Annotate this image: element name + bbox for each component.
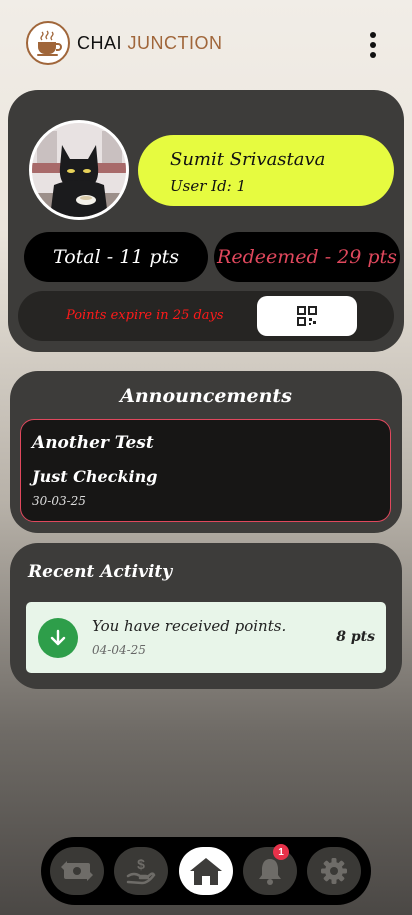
announcement-heading: Another Test — [32, 433, 154, 453]
avatar — [29, 120, 129, 220]
brand-name: CHAI JUNCTION — [77, 33, 223, 54]
announcements-title: Announcements — [120, 385, 292, 407]
announcement-body: Just Checking — [32, 467, 158, 486]
nav-exchange-button[interactable] — [50, 847, 104, 895]
user-name: Sumit Srivastava — [170, 149, 326, 170]
qr-code-icon — [297, 306, 317, 326]
announcement-date: 30-03-25 — [32, 494, 86, 508]
activity-text: You have received points. — [92, 617, 287, 635]
recent-activity-card: Recent Activity You have received points… — [10, 543, 402, 689]
profile-card: Sumit Srivastava User Id: 1 Total - 11 p… — [8, 90, 404, 352]
announcement-item[interactable]: Another Test Just Checking 30-03-25 — [20, 419, 391, 522]
brand-part1: CHAI — [77, 33, 123, 53]
home-icon — [190, 858, 222, 885]
user-id: User Id: 1 — [170, 177, 247, 195]
bottom-navigation: $ 1 — [41, 837, 371, 905]
app-header: CHAI JUNCTION — [0, 0, 412, 90]
money-exchange-icon — [61, 861, 93, 881]
redeemed-points: Redeemed - 29 pts — [214, 232, 400, 282]
activity-date: 04-04-25 — [92, 643, 146, 657]
activity-item[interactable]: You have received points. 04-04-25 8 pts — [26, 602, 386, 673]
kebab-menu-icon[interactable] — [362, 30, 384, 60]
qr-code-button[interactable] — [257, 296, 357, 336]
total-points: Total - 11 pts — [24, 232, 208, 282]
nav-notifications-button[interactable]: 1 — [243, 844, 297, 895]
user-info-pill: Sumit Srivastava User Id: 1 — [138, 135, 394, 206]
nav-settings-button[interactable] — [307, 847, 361, 895]
announcements-card: Announcements Another Test Just Checking… — [10, 371, 402, 533]
brand-part2: JUNCTION — [127, 33, 223, 53]
coffee-cup-icon — [26, 21, 70, 65]
recent-activity-title: Recent Activity — [28, 562, 173, 582]
nav-home-button[interactable] — [179, 847, 233, 895]
hand-dollar-icon: $ — [126, 856, 156, 885]
svg-text:$: $ — [137, 856, 145, 872]
notification-badge: 1 — [273, 844, 289, 860]
activity-points: 8 pts — [336, 629, 375, 645]
nav-redeem-button[interactable]: $ — [114, 847, 168, 895]
expiry-bar: Points expire in 25 days — [18, 291, 394, 341]
bell-icon — [259, 859, 281, 885]
arrow-down-icon — [38, 618, 78, 658]
points-expiry-notice: Points expire in 25 days — [66, 308, 224, 323]
gear-icon — [321, 858, 347, 884]
